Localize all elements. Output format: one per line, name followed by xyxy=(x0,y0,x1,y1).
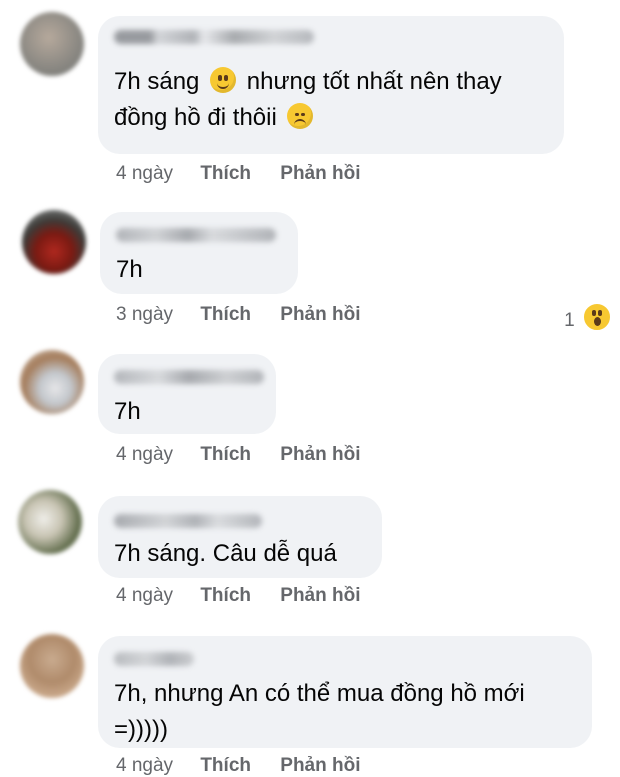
comment-text: 7h xyxy=(116,256,143,283)
reaction-count: 1 xyxy=(564,310,575,331)
comment-bubble: 7h, nhưng An có thể mua đồng hồ mới =)))… xyxy=(98,636,592,748)
like-button[interactable]: Thích xyxy=(200,444,251,466)
comment-bubble: 7h xyxy=(98,354,276,434)
wow-emoji-icon xyxy=(582,302,612,332)
timestamp[interactable]: 4 ngày xyxy=(116,163,173,185)
like-button[interactable]: Thích xyxy=(200,755,251,777)
comment-actions: 4 ngày Thích Phản hồi xyxy=(116,444,361,466)
timestamp[interactable]: 4 ngày xyxy=(116,755,173,777)
reply-button[interactable]: Phản hồi xyxy=(280,755,360,777)
reply-button[interactable]: Phản hồi xyxy=(280,585,360,607)
comment-text-part: nhưng tốt nhất nên thay xyxy=(246,68,502,95)
reply-button[interactable]: Phản hồi xyxy=(280,163,360,185)
slight-smile-emoji-icon xyxy=(210,67,237,93)
timestamp[interactable]: 4 ngày xyxy=(116,585,173,607)
comment-text: 7h sáng. Câu dễ quá xyxy=(114,540,337,567)
avatar[interactable] xyxy=(20,12,84,76)
comment-text: 7h sáng nhưng tốt nhất nên thay đồng hồ … xyxy=(114,64,554,136)
comment-bubble: 7h xyxy=(100,212,298,294)
disappointed-emoji-icon xyxy=(287,103,314,129)
avatar[interactable] xyxy=(20,350,84,414)
reaction-summary[interactable]: 1 xyxy=(564,302,612,332)
author-name-blurred[interactable] xyxy=(114,652,194,666)
like-button[interactable]: Thích xyxy=(200,163,251,185)
avatar[interactable] xyxy=(20,634,84,698)
author-name-blurred[interactable] xyxy=(114,30,314,44)
timestamp[interactable]: 3 ngày xyxy=(116,304,173,326)
comment-text-line: 7h, nhưng An có thể mua đồng hồ mới xyxy=(114,680,525,707)
reply-button[interactable]: Phản hồi xyxy=(280,444,360,466)
author-name-blurred[interactable] xyxy=(114,514,262,528)
comment-text: 7h, nhưng An có thể mua đồng hồ mới =)))… xyxy=(114,676,584,748)
avatar[interactable] xyxy=(22,210,86,274)
author-name-blurred[interactable] xyxy=(114,370,264,384)
comment-actions: 3 ngày Thích Phản hồi xyxy=(116,304,361,326)
comment-actions: 4 ngày Thích Phản hồi xyxy=(116,163,361,185)
comment-text-part: đồng hồ đi thôii xyxy=(114,104,277,131)
comment-bubble: 7h sáng. Câu dễ quá xyxy=(98,496,382,578)
author-name-blurred[interactable] xyxy=(116,228,276,242)
comment-text-part: 7h sáng xyxy=(114,68,200,95)
comment-text: 7h xyxy=(114,398,141,425)
reply-button[interactable]: Phản hồi xyxy=(280,304,360,326)
comment-text-line: =))))) xyxy=(114,716,168,743)
like-button[interactable]: Thích xyxy=(200,304,251,326)
comment-actions: 4 ngày Thích Phản hồi xyxy=(116,755,361,777)
timestamp[interactable]: 4 ngày xyxy=(116,444,173,466)
comment-actions: 4 ngày Thích Phản hồi xyxy=(116,585,361,607)
comment-bubble: 7h sáng nhưng tốt nhất nên thay đồng hồ … xyxy=(98,16,564,154)
avatar[interactable] xyxy=(18,490,82,554)
like-button[interactable]: Thích xyxy=(200,585,251,607)
